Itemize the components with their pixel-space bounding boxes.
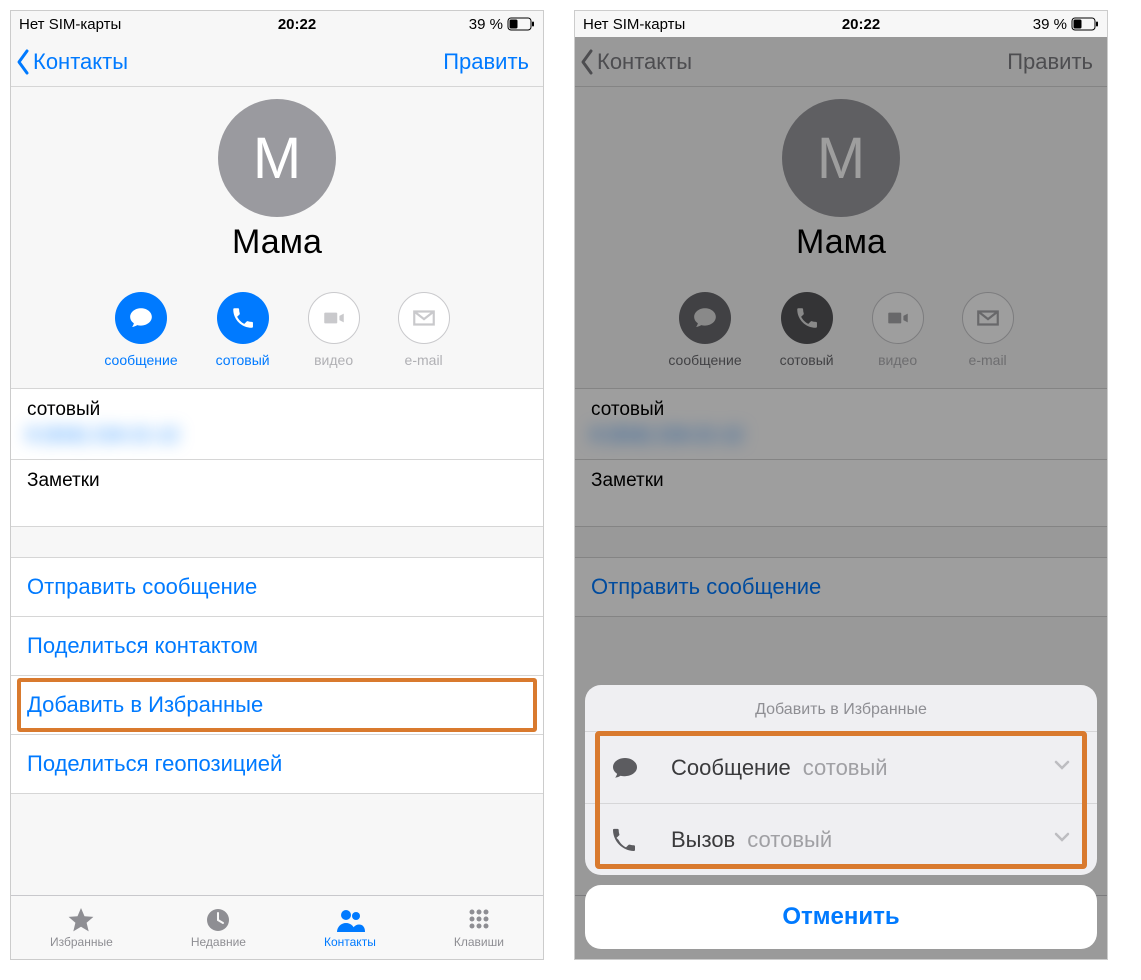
quick-actions-row: сообщение сотовый видео e-mail bbox=[11, 280, 543, 388]
carrier-text: Нет SIM-карты bbox=[583, 16, 685, 33]
action-sheet-title: Добавить в Избранные bbox=[585, 685, 1097, 731]
message-icon bbox=[115, 292, 167, 344]
notes-field-label: Заметки bbox=[27, 470, 527, 492]
send-message-row[interactable]: Отправить сообщение bbox=[11, 558, 543, 617]
battery-icon bbox=[507, 17, 535, 31]
status-bar: Нет SIM-карты 20:22 39 % bbox=[11, 11, 543, 37]
keypad-tab-label: Клавиши bbox=[454, 935, 504, 949]
carrier-text: Нет SIM-карты bbox=[19, 16, 121, 33]
recents-tab[interactable]: Недавние bbox=[191, 906, 246, 949]
action-sheet: Добавить в Избранные Сообщение сотовый bbox=[585, 685, 1097, 949]
contacts-tab[interactable]: Контакты bbox=[324, 906, 376, 949]
phone-icon bbox=[217, 292, 269, 344]
contact-name: Мама bbox=[11, 223, 543, 262]
edit-button[interactable]: Править bbox=[443, 49, 535, 75]
notes-field[interactable]: Заметки bbox=[11, 460, 543, 527]
add-to-favorites-label: Добавить в Избранные bbox=[27, 692, 263, 717]
favorites-tab[interactable]: Избранные bbox=[50, 906, 113, 949]
chevron-down-icon bbox=[1053, 756, 1071, 779]
tab-bar: Избранные Недавние Контакты Клавиши bbox=[11, 895, 543, 959]
recents-tab-label: Недавние bbox=[191, 935, 246, 949]
contact-header: М Мама bbox=[11, 87, 543, 280]
sheet-row-main: Сообщение bbox=[671, 755, 791, 781]
video-action[interactable]: видео bbox=[308, 292, 360, 368]
battery-pct: 39 % bbox=[469, 16, 503, 33]
phone-field[interactable]: сотовый 8 (916) 216-21-12 bbox=[11, 388, 543, 460]
sheet-row-message[interactable]: Сообщение сотовый bbox=[585, 731, 1097, 803]
sheet-row-sub: сотовый bbox=[803, 755, 888, 781]
email-action-label: e-mail bbox=[405, 352, 443, 368]
message-icon bbox=[611, 756, 643, 780]
email-icon bbox=[398, 292, 450, 344]
cancel-button[interactable]: Отменить bbox=[585, 885, 1097, 949]
nav-bar: Контакты Править bbox=[11, 37, 543, 87]
battery-pct: 39 % bbox=[1033, 16, 1067, 33]
phone-icon bbox=[611, 828, 643, 852]
clock: 20:22 bbox=[278, 16, 316, 33]
chevron-down-icon bbox=[1053, 828, 1071, 851]
battery-icon bbox=[1071, 17, 1099, 31]
phone-field-label: сотовый bbox=[27, 399, 527, 421]
keypad-icon bbox=[464, 906, 494, 934]
back-label: Контакты bbox=[33, 49, 128, 75]
message-action-label: сообщение bbox=[104, 352, 177, 368]
phone-screenshot-right: Нет SIM-карты 20:22 39 % Контакты Правит… bbox=[574, 10, 1108, 960]
sheet-row-sub: сотовый bbox=[747, 827, 832, 853]
message-action[interactable]: сообщение bbox=[104, 292, 177, 368]
video-action-label: видео bbox=[314, 352, 353, 368]
avatar: М bbox=[218, 99, 336, 217]
star-icon bbox=[66, 906, 96, 934]
phone-screenshot-left: Нет SIM-карты 20:22 39 % Контакты Правит… bbox=[10, 10, 544, 960]
favorites-tab-label: Избранные bbox=[50, 935, 113, 949]
phone-field-value: 8 (916) 216-21-12 bbox=[27, 425, 527, 449]
sheet-row-call[interactable]: Вызов сотовый bbox=[585, 803, 1097, 875]
call-action[interactable]: сотовый bbox=[216, 292, 270, 368]
add-to-favorites-row[interactable]: Добавить в Избранные bbox=[11, 676, 543, 735]
call-action-label: сотовый bbox=[216, 352, 270, 368]
share-location-row[interactable]: Поделиться геопозицией bbox=[11, 735, 543, 794]
sheet-row-main: Вызов bbox=[671, 827, 735, 853]
clock-icon bbox=[203, 906, 233, 934]
back-button[interactable]: Контакты bbox=[15, 48, 128, 76]
contacts-icon bbox=[335, 906, 365, 934]
contacts-tab-label: Контакты bbox=[324, 935, 376, 949]
email-action[interactable]: e-mail bbox=[398, 292, 450, 368]
action-sheet-block: Добавить в Избранные Сообщение сотовый bbox=[585, 685, 1097, 875]
status-bar: Нет SIM-карты 20:22 39 % bbox=[575, 11, 1107, 37]
clock: 20:22 bbox=[842, 16, 880, 33]
contact-actions-list: Отправить сообщение Поделиться контактом… bbox=[11, 557, 543, 794]
keypad-tab[interactable]: Клавиши bbox=[454, 906, 504, 949]
share-contact-row[interactable]: Поделиться контактом bbox=[11, 617, 543, 676]
video-icon bbox=[308, 292, 360, 344]
